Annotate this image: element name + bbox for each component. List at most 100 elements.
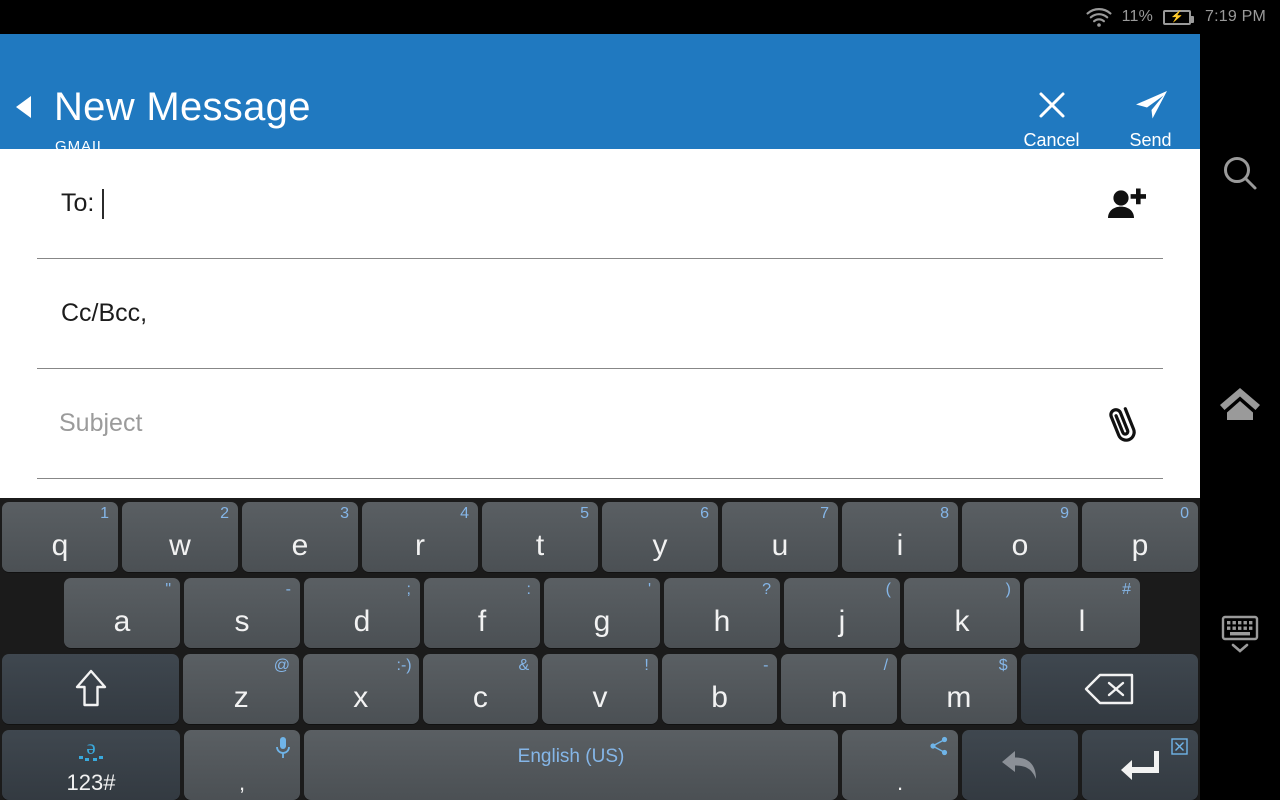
key-a-secondary: " (165, 581, 171, 598)
key-r-secondary: 4 (460, 505, 469, 522)
key-d[interactable]: ; d (304, 578, 420, 648)
undo-arrow-icon (996, 745, 1044, 785)
shift-up-arrow-icon (74, 668, 108, 710)
key-k[interactable]: ) k (904, 578, 1020, 648)
text-cursor (102, 188, 105, 219)
key-space[interactable]: English (US) (304, 730, 838, 800)
key-shift[interactable] (2, 654, 180, 724)
key-c-label: c (472, 681, 488, 714)
key-u[interactable]: 7 u (722, 502, 838, 572)
key-u-secondary: 7 (820, 505, 829, 522)
key-undo[interactable] (962, 730, 1078, 800)
back-triangle-icon[interactable] (16, 96, 31, 118)
subject-field-row[interactable]: Subject (37, 369, 1163, 479)
key-o-secondary: 9 (1060, 505, 1069, 522)
enter-return-icon (1118, 747, 1162, 783)
key-l-secondary: # (1122, 581, 1131, 598)
sidebar-item-home[interactable] (1200, 374, 1280, 434)
key-x[interactable]: :-) x (303, 654, 419, 724)
close-icon (1002, 84, 1101, 126)
send-button[interactable]: Send (1101, 84, 1200, 151)
ccbcc-field-row[interactable]: Cc/Bcc, (37, 259, 1163, 369)
to-field-row[interactable]: To: (37, 149, 1163, 259)
sidebar-item-hide-keyboard[interactable] (1200, 604, 1280, 664)
key-t[interactable]: 5 t (482, 502, 598, 572)
svg-text:ə: ə (86, 735, 95, 759)
key-p-secondary: 0 (1180, 505, 1189, 522)
header-actions: Cancel Send (1002, 84, 1200, 151)
key-r[interactable]: 4 r (362, 502, 478, 572)
key-i[interactable]: 8 i (842, 502, 958, 572)
keyboard-language-label: English (US) (517, 746, 625, 767)
sidebar-item-search[interactable] (1200, 144, 1280, 204)
battery-charging-icon: ⚡ (1163, 9, 1194, 25)
key-a[interactable]: " a (64, 578, 180, 648)
key-b-label: b (711, 681, 728, 714)
key-y[interactable]: 6 y (602, 502, 718, 572)
key-b[interactable]: - b (661, 654, 778, 724)
key-o-label: o (1011, 529, 1029, 562)
key-n-secondary: / (883, 657, 889, 674)
key-f-secondary: : (526, 581, 531, 598)
key-g-label: g (593, 605, 611, 638)
row2-left-spacer (0, 578, 62, 648)
microphone-icon (275, 736, 291, 760)
key-m-label: m (946, 681, 972, 714)
key-p-label: p (1131, 529, 1149, 562)
key-c[interactable]: & c (422, 654, 539, 724)
key-p[interactable]: 0 p (1082, 502, 1198, 572)
key-x-label: x (353, 681, 369, 714)
key-m-secondary: $ (998, 657, 1008, 674)
key-w[interactable]: 2 w (122, 502, 238, 572)
key-g-secondary: ' (647, 581, 651, 598)
key-s[interactable]: - s (184, 578, 300, 648)
status-bar: 11% ⚡ 7:19 PM (0, 0, 1280, 34)
cancel-button[interactable]: Cancel (1002, 84, 1101, 151)
key-n[interactable]: / n (781, 654, 898, 724)
keyboard-row-4: ə 123# , English (US) . (0, 730, 1200, 800)
key-z[interactable]: @ z (183, 654, 299, 724)
key-symbols[interactable]: ə 123# (2, 730, 180, 800)
key-comma[interactable]: , (184, 730, 300, 800)
key-z-label: z (233, 681, 249, 714)
key-c-secondary: & (518, 657, 530, 674)
keyboard-row-2: " a - s ; d : f ' g ? h (j) k # l (0, 578, 1200, 648)
to-label: To: (61, 189, 95, 217)
key-j[interactable]: ( j (784, 578, 900, 648)
wifi-icon (1086, 7, 1112, 27)
key-v[interactable]: ! v (542, 654, 658, 724)
page-title: New Message (54, 85, 311, 129)
ccbcc-label: Cc/Bcc, (61, 299, 148, 327)
key-e-label: e (291, 529, 309, 562)
system-navigation-sidebar (1200, 34, 1280, 800)
key-g[interactable]: ' g (544, 578, 660, 648)
add-contact-icon[interactable] (1101, 180, 1149, 228)
key-o[interactable]: 9 o (962, 502, 1078, 572)
key-backspace[interactable] (1020, 654, 1199, 724)
status-bar-time: 7:19 PM (1205, 8, 1266, 25)
key-t-secondary: 5 (580, 505, 589, 522)
on-screen-keyboard: 1 q 2 w 3 e 4 r 5 t 6 y 7 u 8 i 9 o 0 p … (0, 498, 1200, 800)
key-s-secondary: - (285, 581, 291, 598)
key-b-secondary: - (763, 657, 769, 674)
compose-form: To: Cc/Bcc, Subject (0, 149, 1200, 498)
key-e[interactable]: 3 e (242, 502, 358, 572)
key-symbols-label: 123# (66, 770, 116, 795)
keyboard-row-1: 1 q 2 w 3 e 4 r 5 t 6 y 7 u 8 i 9 o 0 p (0, 502, 1200, 572)
key-m[interactable]: $ m (901, 654, 1017, 724)
key-enter[interactable] (1082, 730, 1198, 800)
key-f[interactable]: : f (424, 578, 540, 648)
key-l[interactable]: # l (1024, 578, 1140, 648)
key-y-secondary: 6 (700, 505, 709, 522)
home-icon (1219, 386, 1261, 422)
key-i-secondary: 8 (940, 505, 949, 522)
key-x-secondary: :-) (396, 657, 412, 674)
key-d-secondary: ; (406, 581, 411, 598)
key-h[interactable]: ? h (664, 578, 780, 648)
cancel-label: Cancel (1023, 130, 1080, 150)
app-root: 11% ⚡ 7:19 PM New Message GMAIL Cancel S… (0, 0, 1280, 800)
attachment-paperclip-icon[interactable] (1101, 400, 1149, 448)
key-period[interactable]: . (842, 730, 958, 800)
backspace-delete-icon (1083, 672, 1135, 706)
key-q[interactable]: 1 q (2, 502, 118, 572)
